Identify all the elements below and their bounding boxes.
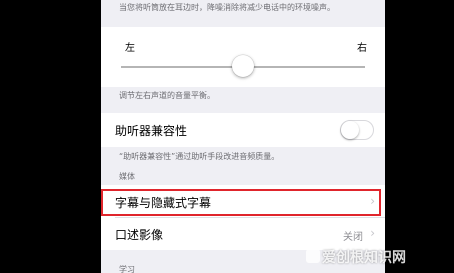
hearing-aid-toggle[interactable] — [340, 120, 374, 140]
balance-left-label: 左 — [125, 43, 135, 54]
audio-description-value: 关闭 — [343, 232, 363, 243]
media-group: 字幕与隐藏式字幕 › 口述影像 关闭 › — [101, 185, 385, 250]
chevron-right-icon: › — [370, 226, 375, 240]
balance-note: 调节左右声道的音量平衡。 — [119, 91, 215, 100]
hearing-aid-row: 助听器兼容性 — [101, 113, 385, 147]
watermark-logo-icon — [306, 249, 320, 263]
audio-description-row[interactable]: 口述影像 关闭 › — [101, 217, 385, 251]
media-section-header: 媒体 — [119, 172, 135, 181]
hearing-aid-label: 助听器兼容性 — [115, 124, 188, 138]
captions-label: 字幕与隐藏式字幕 — [115, 196, 212, 210]
audio-description-label: 口述影像 — [115, 228, 164, 242]
learning-section-header: 学习 — [119, 265, 135, 273]
noise-cancel-note: 当您将听筒放在耳边时，降噪消除将减少电话中的环境噪声。 — [119, 3, 335, 12]
chevron-right-icon: › — [370, 194, 375, 208]
settings-screen: 当您将听筒放在耳边时，降噪消除将减少电话中的环境噪声。 左 右 调节左右声道的音… — [101, 0, 385, 273]
balance-slider-knob[interactable] — [232, 55, 254, 77]
balance-right-label: 右 — [357, 43, 367, 54]
captions-row[interactable]: 字幕与隐藏式字幕 › — [101, 185, 385, 219]
toggle-thumb — [341, 121, 359, 139]
watermark-text: 爱创根知识网 — [322, 250, 406, 266]
hearing-aid-group: 助听器兼容性 — [101, 113, 385, 147]
balance-group: 左 右 — [101, 27, 385, 87]
hearing-aid-note: “助听器兼容性”通过助听手段改进音频质量。 — [119, 152, 280, 161]
